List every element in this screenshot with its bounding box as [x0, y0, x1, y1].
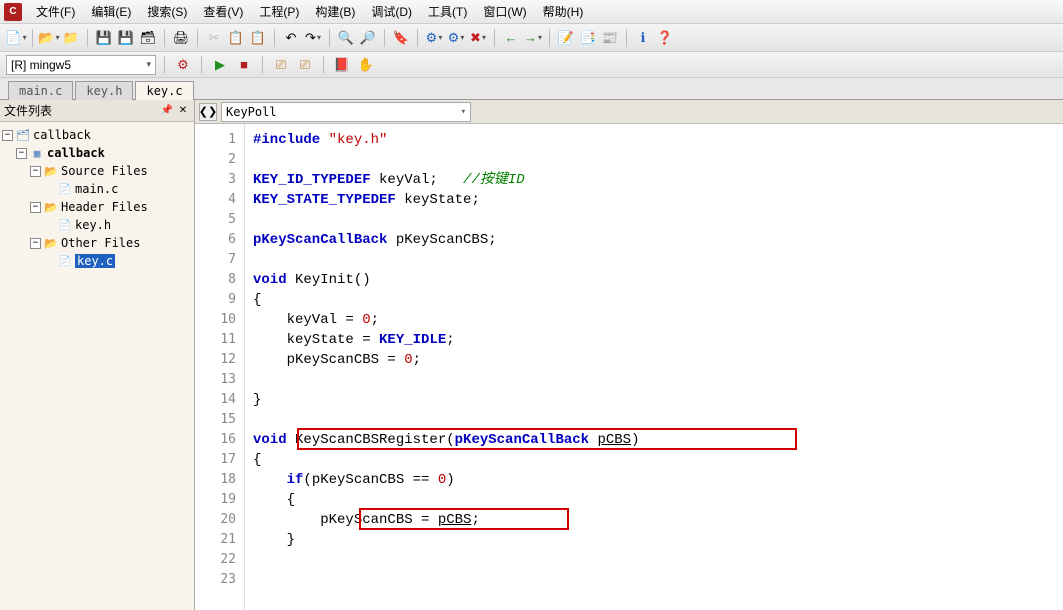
- nav-fwd-button[interactable]: →▾: [523, 28, 543, 48]
- file-icon: 📄: [58, 183, 72, 195]
- collapse-icon[interactable]: −: [16, 148, 27, 159]
- collapse-icon[interactable]: −: [2, 130, 13, 141]
- find-in-files-button[interactable]: 🔎: [358, 28, 378, 48]
- tab-key-c[interactable]: key.c: [135, 81, 193, 100]
- editor: ❮❯ KeyPoll▾ 1234567891011121314151617181…: [195, 100, 1063, 610]
- paste-button[interactable]: 📋: [248, 28, 268, 48]
- save-all-button[interactable]: 🗃: [138, 28, 158, 48]
- menubar: C 文件(F) 编辑(E) 搜索(S) 查看(V) 工程(P) 构建(B) 调试…: [0, 0, 1063, 24]
- book-button[interactable]: 📕: [332, 55, 352, 75]
- tree-file-key-c[interactable]: 📄 key.c: [2, 252, 192, 270]
- build-button[interactable]: ⚙▾: [446, 28, 466, 48]
- redo-button[interactable]: ↷▾: [303, 28, 323, 48]
- target-combo[interactable]: [R] mingw5▾: [6, 55, 156, 75]
- function-combo[interactable]: KeyPoll▾: [221, 102, 471, 122]
- folder-icon: 📂: [44, 237, 58, 249]
- line-gutter: 1234567891011121314151617181920212223: [195, 124, 245, 610]
- collapse-icon[interactable]: −: [30, 166, 41, 177]
- open-project-button[interactable]: 📁: [61, 28, 81, 48]
- tool3-button[interactable]: 📰: [600, 28, 620, 48]
- nav-back-button[interactable]: ←: [501, 28, 521, 48]
- run-config-icon[interactable]: ⚙: [173, 55, 193, 75]
- undo-button[interactable]: ↶: [281, 28, 301, 48]
- help-toolbar-button[interactable]: ℹ: [633, 28, 653, 48]
- find-button[interactable]: 🔍: [336, 28, 356, 48]
- menu-debug[interactable]: 调试(D): [363, 1, 420, 22]
- hand-button[interactable]: ✋: [356, 55, 376, 75]
- tree-file-key-h[interactable]: 📄 key.h: [2, 216, 192, 234]
- folder-icon: 📂: [44, 165, 58, 177]
- sidebar-title: 文件列表: [4, 102, 52, 119]
- menu-build[interactable]: 构建(B): [307, 1, 363, 22]
- file-icon: 📄: [58, 255, 72, 267]
- tree-folder-source[interactable]: − 📂 Source Files: [2, 162, 192, 180]
- func-nav-button[interactable]: ❮❯: [199, 103, 217, 121]
- folder-icon: 📂: [44, 201, 58, 213]
- about-button[interactable]: ❓: [655, 28, 675, 48]
- tree-folder-header[interactable]: − 📂 Header Files: [2, 198, 192, 216]
- rebuild-button[interactable]: ✖▾: [468, 28, 488, 48]
- save-as-button[interactable]: 💾: [116, 28, 136, 48]
- menu-window[interactable]: 窗口(W): [475, 1, 534, 22]
- menu-tools[interactable]: 工具(T): [420, 1, 475, 22]
- tool1-button[interactable]: 📝: [556, 28, 576, 48]
- copy-button[interactable]: 📋: [226, 28, 246, 48]
- menu-search[interactable]: 搜索(S): [139, 1, 195, 22]
- sidebar-close-icon[interactable]: ✕: [176, 104, 190, 118]
- menu-help[interactable]: 帮助(H): [535, 1, 592, 22]
- compile-button[interactable]: ⚙▾: [424, 28, 444, 48]
- sidebar-pin-icon[interactable]: 📌: [160, 104, 174, 118]
- main-toolbar: 📄▾ 📂▾ 📁 💾 💾 🗃 🖨 ✂ 📋 📋 ↶ ↷▾ 🔍 🔎 🔖 ⚙▾ ⚙▾ ✖…: [0, 24, 1063, 52]
- stop-button[interactable]: ■: [234, 55, 254, 75]
- tool2-button[interactable]: 📑: [578, 28, 598, 48]
- file-tree[interactable]: − 🗂 callback − ▦ callback − 📂 Source Fil…: [0, 122, 194, 274]
- menu-project[interactable]: 工程(P): [251, 1, 307, 22]
- function-bar: ❮❯ KeyPoll▾: [195, 100, 1063, 124]
- code-area[interactable]: 1234567891011121314151617181920212223 #i…: [195, 124, 1063, 610]
- file-icon: 📄: [58, 219, 72, 231]
- tree-folder-other[interactable]: − 📂 Other Files: [2, 234, 192, 252]
- collapse-icon[interactable]: −: [30, 202, 41, 213]
- menu-edit[interactable]: 编辑(E): [83, 1, 139, 22]
- workspace-icon: 🗂: [16, 129, 30, 141]
- open-button[interactable]: 📂▾: [39, 28, 59, 48]
- app-icon: C: [4, 3, 22, 21]
- sidebar-header: 文件列表 📌 ✕: [0, 100, 194, 122]
- tab-main-c[interactable]: main.c: [8, 81, 73, 100]
- config-toolbar: [R] mingw5▾ ⚙ ▶ ■ ⎚ ⎚ 📕 ✋: [0, 52, 1063, 78]
- tree-workspace[interactable]: − 🗂 callback: [2, 126, 192, 144]
- new-file-button[interactable]: 📄▾: [6, 28, 26, 48]
- print-button[interactable]: 🖨: [171, 28, 191, 48]
- tree-project[interactable]: − ▦ callback: [2, 144, 192, 162]
- file-tabs: main.c key.h key.c: [0, 78, 1063, 100]
- sidebar: 文件列表 📌 ✕ − 🗂 callback − ▦ callback − 📂: [0, 100, 195, 610]
- collapse-icon[interactable]: −: [30, 238, 41, 249]
- tab-key-h[interactable]: key.h: [75, 81, 133, 100]
- debug1-button[interactable]: ⎚: [271, 55, 291, 75]
- project-icon: ▦: [30, 147, 44, 159]
- bookmark-button[interactable]: 🔖: [391, 28, 411, 48]
- save-button[interactable]: 💾: [94, 28, 114, 48]
- tree-file-main-c[interactable]: 📄 main.c: [2, 180, 192, 198]
- cut-button[interactable]: ✂: [204, 28, 224, 48]
- menu-file[interactable]: 文件(F): [28, 1, 83, 22]
- menu-view[interactable]: 查看(V): [195, 1, 251, 22]
- code-content[interactable]: #include "key.h"KEY_ID_TYPEDEF keyVal; /…: [245, 124, 1063, 610]
- run-button[interactable]: ▶: [210, 55, 230, 75]
- debug2-button[interactable]: ⎚: [295, 55, 315, 75]
